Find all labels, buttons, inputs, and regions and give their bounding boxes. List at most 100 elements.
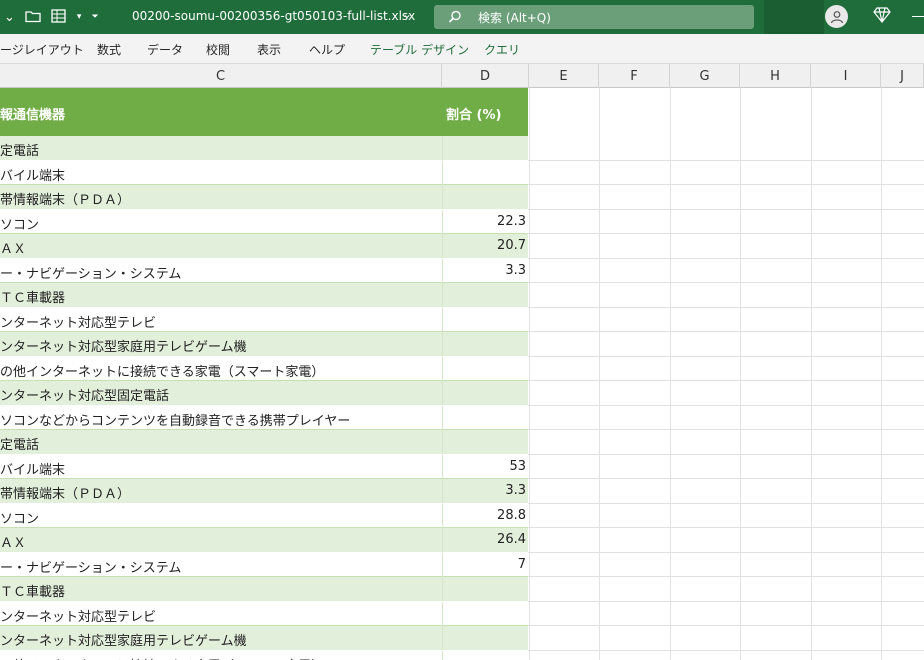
folder-icon[interactable] [25, 9, 41, 26]
column-header-g[interactable]: G [670, 64, 740, 88]
cell-d[interactable] [442, 283, 528, 307]
customize-icon[interactable]: ⏷ [91, 12, 98, 22]
cell-c[interactable]: ー・ナビゲーション・システム [0, 263, 181, 282]
table-row[interactable]: ンターネット対応型家庭用テレビゲーム機 [0, 626, 528, 651]
header-cell-c[interactable]: 報通信機器 [0, 104, 65, 123]
tab-data[interactable]: データ [147, 41, 183, 58]
table-row[interactable]: ソコン 28.8 [0, 503, 528, 528]
table-row[interactable]: 定電話 [0, 430, 528, 455]
gridline-col [670, 88, 671, 660]
cell-d[interactable] [442, 160, 528, 185]
cell-c[interactable]: ンターネット対応型テレビ [0, 312, 156, 331]
table-row[interactable]: ＡＸ 26.4 [0, 528, 528, 553]
cell-c[interactable]: ＡＸ [0, 532, 26, 551]
cell-d[interactable] [442, 332, 528, 356]
tab-formulas[interactable]: 数式 [97, 41, 121, 58]
column-header-i[interactable]: I [811, 64, 881, 88]
cell-d[interactable] [442, 430, 528, 454]
tab-query[interactable]: クエリ [484, 41, 520, 58]
table-row[interactable]: ンターネット対応型家庭用テレビゲーム機 [0, 332, 528, 357]
cell-d[interactable] [442, 356, 528, 381]
cell-c[interactable]: バイル端末 [0, 165, 65, 184]
cell-c[interactable]: ー・ナビゲーション・システム [0, 557, 181, 576]
column-header-d[interactable]: D [442, 64, 529, 88]
chevron-down-icon[interactable]: ⌄ [402, 7, 412, 21]
gridline-row [528, 478, 924, 479]
file-name[interactable]: 00200-soumu-00200356-gt050103-full-list.… [132, 9, 415, 23]
grid-icon[interactable] [51, 8, 67, 26]
gridline-row [528, 208, 924, 210]
column-header-f[interactable]: F [599, 64, 670, 88]
cell-d[interactable]: 3.3 [442, 479, 528, 503]
table-row[interactable]: ンターネット対応型固定電話 [0, 381, 528, 406]
table-row[interactable]: ＡＸ 20.7 [0, 234, 528, 259]
cell-c[interactable]: ソコン [0, 214, 39, 233]
account-icon[interactable] [825, 5, 848, 28]
cell-d[interactable]: 20.7 [442, 234, 528, 258]
cell-d[interactable] [442, 601, 528, 626]
minimize-button[interactable] [912, 16, 924, 17]
tab-table-design[interactable]: テーブル デザイン [370, 41, 469, 58]
table-row[interactable]: ＴＣ車載器 [0, 283, 528, 308]
cell-c[interactable]: バイル端末 [0, 459, 65, 478]
search-box[interactable]: 検索 (Alt+Q) [434, 5, 754, 29]
cell-d[interactable] [442, 185, 528, 209]
cell-d[interactable]: 53 [442, 454, 528, 479]
table-row[interactable]: ソコンなどからコンテンツを自動録音できる携帯プレイヤー [0, 405, 528, 430]
cell-d[interactable] [442, 577, 528, 601]
cell-c[interactable]: ソコンなどからコンテンツを自動録音できる携帯プレイヤー [0, 410, 350, 429]
tab-review[interactable]: 校閲 [206, 41, 230, 58]
table-row[interactable]: バイル端末 53 [0, 454, 528, 479]
table-row[interactable]: の他インターネットに接続できる家電（スマート家電） [0, 356, 528, 381]
column-header-c[interactable]: C [0, 64, 442, 88]
tab-view[interactable]: 表示 [257, 41, 281, 58]
table-row[interactable]: ソコン 22.3 [0, 209, 528, 234]
cell-d[interactable] [442, 136, 528, 160]
cell-c[interactable]: ＴＣ車載器 [0, 581, 65, 600]
cell-c[interactable]: ンターネット対応型固定電話 [0, 385, 169, 404]
cell-c[interactable]: 帯情報端末（ＰＤＡ） [0, 189, 130, 208]
cell-c[interactable]: ＴＣ車載器 [0, 287, 65, 306]
cell-c[interactable]: の他インターネットに接続できる家電（スマート家電） [0, 361, 324, 380]
diamond-icon[interactable] [873, 7, 891, 27]
cell-c[interactable]: の他インターネットに接続できる家電（スマート家電） [0, 655, 324, 660]
table-row[interactable]: 帯情報端末（ＰＤＡ） [0, 185, 528, 210]
chevron-down-icon[interactable]: ▾ [77, 12, 82, 22]
cell-d[interactable]: 3.3 [442, 258, 528, 283]
cell-c[interactable]: 定電話 [0, 434, 39, 453]
cell-c[interactable]: ソコン [0, 508, 39, 527]
cell-d[interactable] [442, 381, 528, 405]
tab-help[interactable]: ヘルプ [309, 41, 345, 58]
cell-c[interactable]: ンターネット対応型家庭用テレビゲーム機 [0, 630, 247, 649]
table-row[interactable]: 定電話 [0, 136, 528, 161]
header-cell-d[interactable]: 割合 (%) [446, 104, 501, 123]
tab-page-layout[interactable]: ージレイアウト [0, 41, 84, 58]
cell-d[interactable]: 22.3 [442, 209, 528, 234]
table-row[interactable]: ンターネット対応型テレビ [0, 307, 528, 332]
cell-d[interactable] [442, 650, 528, 660]
cell-d[interactable]: 7 [442, 552, 528, 577]
table-row[interactable]: ー・ナビゲーション・システム 7 [0, 552, 528, 577]
chevron-down-icon[interactable]: ⌄ [4, 11, 15, 24]
table-row[interactable]: ＴＣ車載器 [0, 577, 528, 602]
table-row[interactable]: ンターネット対応型テレビ [0, 601, 528, 626]
table-header-row[interactable]: 報通信機器 割合 (%) [0, 88, 528, 136]
table-row[interactable]: 帯情報端末（ＰＤＡ） 3.3 [0, 479, 528, 504]
cell-d[interactable]: 26.4 [442, 528, 528, 552]
worksheet-grid[interactable]: 報通信機器 割合 (%) 定電話 バイル端末 帯情報端末（ＰＤＡ） ソコン 22.3 ＡＸ… [0, 88, 924, 660]
cell-c[interactable]: ンターネット対応型家庭用テレビゲーム機 [0, 336, 247, 355]
table-row[interactable]: の他インターネットに接続できる家電（スマート家電） [0, 650, 528, 660]
column-header-e[interactable]: E [529, 64, 599, 88]
cell-d[interactable] [442, 307, 528, 332]
table-row[interactable]: ー・ナビゲーション・システム 3.3 [0, 258, 528, 283]
cell-d[interactable]: 28.8 [442, 503, 528, 528]
cell-d[interactable] [442, 405, 528, 430]
cell-c[interactable]: 定電話 [0, 140, 39, 159]
cell-c[interactable]: 帯情報端末（ＰＤＡ） [0, 483, 130, 502]
column-header-j[interactable]: J [881, 64, 924, 88]
column-header-h[interactable]: H [740, 64, 811, 88]
cell-c[interactable]: ンターネット対応型テレビ [0, 606, 156, 625]
table-row[interactable]: バイル端末 [0, 160, 528, 185]
cell-d[interactable] [442, 626, 528, 650]
cell-c[interactable]: ＡＸ [0, 238, 26, 257]
